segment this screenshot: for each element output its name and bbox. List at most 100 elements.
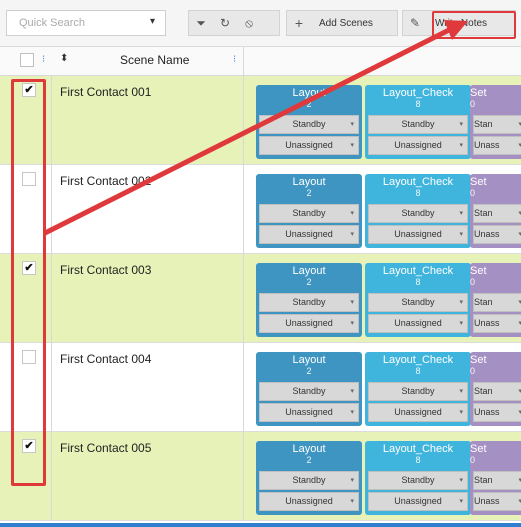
status-dropdown[interactable]: Stan ▾ xyxy=(473,293,521,312)
chevron-down-icon: ▾ xyxy=(350,409,354,416)
column-divider xyxy=(243,76,244,164)
task-count: 0 xyxy=(470,366,476,376)
assignee-dropdown[interactable]: Unassigned ▾ xyxy=(368,403,468,422)
task-title: Layout xyxy=(292,265,326,277)
setup-task-card[interactable]: Set 0 Stan ▾ Unass ▾ xyxy=(470,352,521,426)
status-dropdown[interactable]: Standby ▾ xyxy=(368,471,468,490)
task-count: 2 xyxy=(306,188,312,198)
table-row[interactable]: ✔ First Contact 005 Layout 2 Standby ▾ Un… xyxy=(0,432,521,521)
status-dropdown[interactable]: Stan ▾ xyxy=(473,471,521,490)
scene-name[interactable]: First Contact 005 xyxy=(60,441,151,455)
table-row[interactable]: First Contact 002 Layout 2 Standby ▾ Unas… xyxy=(0,165,521,254)
scene-name[interactable]: First Contact 004 xyxy=(60,352,151,366)
assignee-value: Unassigned xyxy=(394,496,442,506)
task-count: 0 xyxy=(470,188,476,198)
task-count: 0 xyxy=(470,99,476,109)
layout-check-task-card[interactable]: Layout_Check 8 Standby ▾ Unassigned ▾ xyxy=(365,174,471,248)
layout-task-card[interactable]: Layout 2 Standby ▾ Unassigned ▾ xyxy=(256,441,362,515)
task-count: 2 xyxy=(306,277,312,287)
status-dropdown[interactable]: Standby ▾ xyxy=(259,471,359,490)
assignee-dropdown[interactable]: Unassigned ▾ xyxy=(368,136,468,155)
setup-task-card[interactable]: Set 0 Stan ▾ Unass ▾ xyxy=(470,85,521,159)
grid-header: ⁝ ⬍ Scene Name ⁝ xyxy=(0,47,521,76)
chevron-down-icon: ▾ xyxy=(459,299,463,306)
write-notes-highlight-annotation xyxy=(432,11,516,39)
layout-check-task-card[interactable]: Layout_Check 8 Standby ▾ Unassigned ▾ xyxy=(365,85,471,159)
assignee-dropdown[interactable]: Unassigned ▾ xyxy=(259,492,359,511)
status-dropdown[interactable]: Stan ▾ xyxy=(473,382,521,401)
scene-name-header[interactable]: Scene Name xyxy=(120,53,189,67)
task-header: Layout_Check 8 xyxy=(365,352,471,382)
assignee-dropdown[interactable]: Unass ▾ xyxy=(473,314,521,333)
column-divider xyxy=(51,76,52,164)
status-dropdown[interactable]: Stan ▾ xyxy=(473,115,521,134)
setup-task-card[interactable]: Set 0 Stan ▾ Unass ▾ xyxy=(470,441,521,515)
status-dropdown[interactable]: Standby ▾ xyxy=(259,293,359,312)
status-dropdown[interactable]: Standby ▾ xyxy=(259,382,359,401)
assignee-dropdown[interactable]: Unassigned ▾ xyxy=(259,314,359,333)
task-title: Layout_Check xyxy=(382,176,454,188)
task-title: Layout xyxy=(292,354,326,366)
task-title: Set xyxy=(470,176,487,188)
assignee-value: Unassigned xyxy=(285,318,333,328)
select-all-checkbox[interactable] xyxy=(20,53,34,67)
layout-task-card[interactable]: Layout 2 Standby ▾ Unassigned ▾ xyxy=(256,174,362,248)
task-header: Layout 2 xyxy=(256,352,362,382)
refresh-icon[interactable]: ↻ xyxy=(213,16,237,30)
assignee-dropdown[interactable]: Unass ▾ xyxy=(473,403,521,422)
status-dropdown[interactable]: Standby ▾ xyxy=(368,293,468,312)
status-dropdown[interactable]: Standby ▾ xyxy=(368,382,468,401)
setup-task-card[interactable]: Set 0 Stan ▾ Unass ▾ xyxy=(470,263,521,337)
scene-name[interactable]: First Contact 001 xyxy=(60,85,151,99)
status-dropdown[interactable]: Standby ▾ xyxy=(368,204,468,223)
task-header: Set 0 xyxy=(470,441,521,471)
assignee-dropdown[interactable]: Unassigned ▾ xyxy=(368,492,468,511)
filter-icon[interactable]: ⏷ xyxy=(189,16,213,31)
scene-name[interactable]: First Contact 003 xyxy=(60,263,151,277)
assignee-value: Unassigned xyxy=(394,318,442,328)
status-dropdown[interactable]: Standby ▾ xyxy=(259,115,359,134)
column-menu-icon[interactable]: ⁝ xyxy=(42,54,45,65)
status-dropdown[interactable]: Standby ▾ xyxy=(368,115,468,134)
assignee-dropdown[interactable]: Unassigned ▾ xyxy=(259,403,359,422)
column-divider xyxy=(243,165,244,253)
quick-search-input[interactable]: Quick Search ▾ xyxy=(6,10,166,36)
add-scenes-label: Add Scenes xyxy=(319,17,373,29)
chevron-down-icon: ▾ xyxy=(459,121,463,128)
status-value: Stan xyxy=(474,386,493,396)
assignee-dropdown[interactable]: Unassigned ▾ xyxy=(259,136,359,155)
chevron-down-icon: ▾ xyxy=(350,121,354,128)
scene-name[interactable]: First Contact 002 xyxy=(60,174,151,188)
table-row[interactable]: ✔ First Contact 001 Layout 2 Standby ▾ Un… xyxy=(0,76,521,165)
assignee-dropdown[interactable]: Unassigned ▾ xyxy=(259,225,359,244)
chevron-down-icon: ▾ xyxy=(459,142,463,149)
clear-filter-icon[interactable]: ⦸ xyxy=(237,16,261,31)
assignee-dropdown[interactable]: Unass ▾ xyxy=(473,136,521,155)
task-header: Layout_Check 8 xyxy=(365,441,471,471)
assignee-dropdown[interactable]: Unassigned ▾ xyxy=(368,314,468,333)
column-menu-icon[interactable]: ⁝ xyxy=(233,54,236,65)
layout-check-task-card[interactable]: Layout_Check 8 Standby ▾ Unassigned ▾ xyxy=(365,263,471,337)
sort-icon[interactable]: ⬍ xyxy=(60,53,68,64)
layout-task-card[interactable]: Layout 2 Standby ▾ Unassigned ▾ xyxy=(256,263,362,337)
chevron-down-icon: ▾ xyxy=(350,231,354,238)
status-dropdown[interactable]: Stan ▾ xyxy=(473,204,521,223)
task-count: 8 xyxy=(415,188,421,198)
layout-check-task-card[interactable]: Layout_Check 8 Standby ▾ Unassigned ▾ xyxy=(365,352,471,426)
assignee-dropdown[interactable]: Unassigned ▾ xyxy=(368,225,468,244)
status-value: Stan xyxy=(474,119,493,129)
layout-task-card[interactable]: Layout 2 Standby ▾ Unassigned ▾ xyxy=(256,352,362,426)
chevron-down-icon[interactable]: ▾ xyxy=(150,16,155,27)
table-row[interactable]: ✔ First Contact 003 Layout 2 Standby ▾ Un… xyxy=(0,254,521,343)
add-scenes-button[interactable]: + Add Scenes xyxy=(286,10,398,36)
status-dropdown[interactable]: Standby ▾ xyxy=(259,204,359,223)
chevron-down-icon: ▾ xyxy=(350,477,354,484)
setup-task-card[interactable]: Set 0 Stan ▾ Unass ▾ xyxy=(470,174,521,248)
assignee-dropdown[interactable]: Unass ▾ xyxy=(473,492,521,511)
layout-check-task-card[interactable]: Layout_Check 8 Standby ▾ Unassigned ▾ xyxy=(365,441,471,515)
table-row[interactable]: First Contact 004 Layout 2 Standby ▾ Unas… xyxy=(0,343,521,432)
assignee-dropdown[interactable]: Unass ▾ xyxy=(473,225,521,244)
assignee-value: Unass xyxy=(474,496,500,506)
column-divider xyxy=(51,254,52,342)
layout-task-card[interactable]: Layout 2 Standby ▾ Unassigned ▾ xyxy=(256,85,362,159)
